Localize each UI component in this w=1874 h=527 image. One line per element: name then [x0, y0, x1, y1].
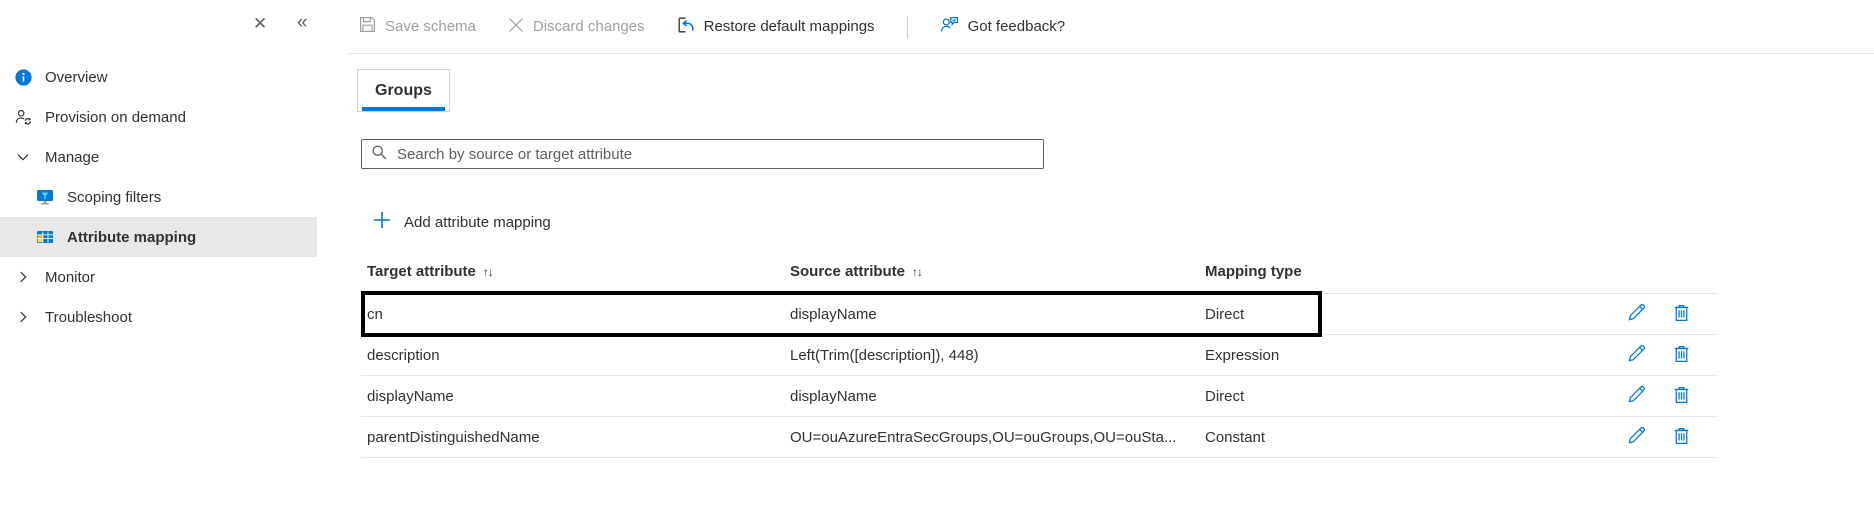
tab-groups[interactable]: Groups — [357, 69, 450, 112]
sidebar-item-overview[interactable]: Overview — [0, 57, 317, 97]
main-area: Groups Add attribute mapping Target attr… — [348, 54, 1874, 458]
sidebar-item-scoping-filters[interactable]: Scoping filters — [0, 177, 317, 217]
column-header-label: Target attribute — [367, 263, 476, 280]
pencil-icon — [1626, 425, 1647, 450]
sidebar-item-monitor[interactable]: Monitor — [0, 257, 317, 297]
chevron-right-icon — [14, 268, 32, 286]
column-header-source-attribute[interactable]: Source attribute ↑↓ — [790, 263, 1205, 280]
search-box — [361, 139, 1044, 169]
edit-mapping-button[interactable] — [1626, 425, 1647, 450]
feedback-icon — [940, 15, 959, 38]
toolbar-divider — [906, 15, 908, 38]
attribute-mapping-icon — [36, 228, 54, 246]
search-input[interactable] — [395, 144, 1034, 164]
delete-mapping-button[interactable] — [1671, 343, 1692, 368]
toolbar-button-label: Discard changes — [532, 18, 645, 35]
table-row[interactable]: displayName displayName Direct — [361, 376, 1718, 417]
sidebar-item-label: Troubleshoot — [45, 308, 132, 326]
column-header-label: Source attribute — [790, 263, 906, 280]
plus-icon — [373, 211, 391, 233]
toolbar-button-label: Got feedback? — [967, 18, 1066, 35]
trash-icon — [1671, 384, 1692, 409]
column-header-target-attribute[interactable]: Target attribute ↑↓ — [361, 263, 790, 280]
sidebar-item-attribute-mapping[interactable]: Attribute mapping — [0, 217, 317, 257]
cell-target-attribute[interactable]: displayName — [361, 388, 790, 405]
sort-icon[interactable]: ↑↓ — [483, 265, 494, 279]
table-header-row: Target attribute ↑↓ Source attribute ↑↓ Ma… — [361, 250, 1718, 294]
toolbar-button-label: Restore default mappings — [703, 18, 875, 35]
pencil-icon — [1626, 343, 1647, 368]
table-row[interactable]: description Left(Trim([description]), 44… — [361, 335, 1718, 376]
sidebar-item-troubleshoot[interactable]: Troubleshoot — [0, 297, 317, 337]
delete-mapping-button[interactable] — [1671, 384, 1692, 409]
sidebar-item-provision-on-demand[interactable]: Provision on demand — [0, 97, 317, 137]
person-sync-icon — [14, 108, 32, 126]
pencil-icon — [1626, 384, 1647, 409]
edit-mapping-button[interactable] — [1626, 343, 1647, 368]
table-row[interactable]: parentDistinguishedName OU=ouAzureEntraS… — [361, 417, 1718, 458]
save-icon — [359, 16, 376, 37]
cell-source-attribute: displayName — [790, 387, 877, 405]
search-icon — [371, 144, 387, 165]
edit-mapping-button[interactable] — [1626, 302, 1647, 327]
cell-target-attribute[interactable]: description — [361, 347, 790, 364]
got-feedback-button[interactable]: Got feedback? — [940, 15, 1066, 38]
trash-icon — [1671, 343, 1692, 368]
cell-source-attribute: Left(Trim([description]), 448) — [790, 346, 979, 364]
chevron-down-icon — [14, 148, 32, 166]
chevron-right-icon — [14, 308, 32, 326]
x-icon — [508, 17, 524, 37]
pencil-icon — [1626, 302, 1647, 327]
delete-mapping-button[interactable] — [1671, 302, 1692, 327]
sort-icon[interactable]: ↑↓ — [912, 265, 923, 279]
sidebar-item-manage[interactable]: Manage — [0, 137, 317, 177]
discard-changes-button[interactable]: Discard changes — [508, 17, 645, 37]
toolbar-button-label: Save schema — [385, 18, 476, 35]
content-pane: Save schema Discard changes Restore defa… — [348, 0, 1874, 527]
cell-target-attribute[interactable]: parentDistinguishedName — [361, 429, 790, 446]
close-icon[interactable]: ✕ — [253, 15, 267, 32]
sidebar-item-label: Overview — [45, 68, 108, 86]
cell-source-attribute: displayName — [790, 305, 877, 323]
cell-mapping-type: Expression — [1205, 346, 1280, 364]
restore-default-mappings-button[interactable]: Restore default mappings — [677, 16, 875, 38]
attribute-mapping-table: Target attribute ↑↓ Source attribute ↑↓ Ma… — [361, 250, 1718, 458]
add-attribute-mapping-button[interactable]: Add attribute mapping — [373, 207, 1874, 237]
trash-icon — [1671, 302, 1692, 327]
cell-mapping-type: Direct — [1205, 387, 1245, 405]
delete-mapping-button[interactable] — [1671, 425, 1692, 450]
table-row[interactable]: cn displayName Direct — [361, 291, 1718, 337]
sidebar-item-label: Attribute mapping — [67, 228, 197, 246]
cell-source-attribute: OU=ouAzureEntraSecGroups,OU=ouGroups,OU=… — [790, 428, 1177, 446]
column-header-label: Mapping type — [1205, 263, 1302, 280]
sidebar-nav: Overview Provision on demand Manage Scop… — [0, 57, 348, 337]
trash-icon — [1671, 425, 1692, 450]
tab-label: Groups — [375, 82, 432, 99]
add-attribute-mapping-label: Add attribute mapping — [404, 213, 551, 231]
sidebar-item-label: Scoping filters — [67, 188, 162, 206]
save-schema-button[interactable]: Save schema — [359, 16, 476, 37]
scoping-filters-icon — [36, 188, 54, 206]
sidebar: ✕ « Overview Provision on demand Manage … — [0, 0, 348, 527]
cell-mapping-type: Direct — [1205, 305, 1245, 323]
sidebar-item-label: Provision on demand — [45, 108, 186, 126]
cell-target-attribute[interactable]: cn — [361, 306, 790, 323]
sidebar-item-label: Manage — [45, 148, 100, 166]
collapse-sidebar-icon[interactable]: « — [297, 13, 308, 32]
restore-icon — [677, 16, 695, 38]
info-icon — [14, 68, 32, 86]
cell-mapping-type: Constant — [1205, 428, 1266, 446]
toolbar: Save schema Discard changes Restore defa… — [348, 0, 1874, 54]
sidebar-item-label: Monitor — [45, 268, 96, 286]
column-header-mapping-type: Mapping type — [1205, 263, 1445, 280]
edit-mapping-button[interactable] — [1626, 384, 1647, 409]
